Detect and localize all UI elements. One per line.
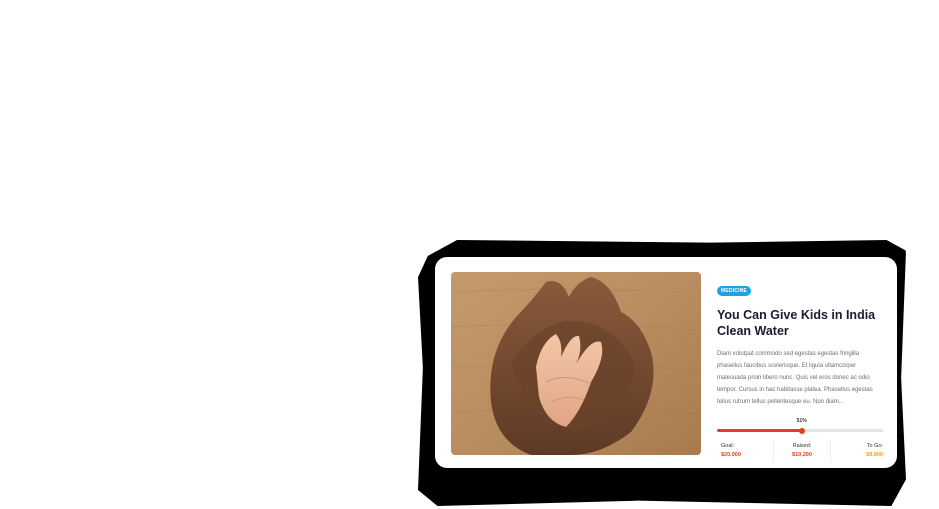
progress-track [717, 427, 883, 434]
progress-fill [717, 429, 802, 432]
to-go-label: To Go: [866, 443, 883, 449]
goal-value: $20,000 [721, 452, 741, 458]
cupped-hands-photo [451, 272, 701, 455]
stat-raised: Raised: $10,200 [773, 440, 830, 462]
raised-label: Raised: [792, 443, 812, 449]
stat-goal: Goal: $20,000 [717, 440, 773, 462]
campaign-stats: Goal: $20,000 Raised: $10,200 To Go: $9,… [717, 440, 883, 462]
category-badge[interactable]: MEDICINE [717, 286, 752, 296]
progress-knob [798, 427, 805, 434]
to-go-value: $9,800 [866, 452, 883, 458]
stat-to-go: To Go: $9,800 [830, 440, 883, 462]
campaign-card[interactable]: MEDICINE You Can Give Kids in India Clea… [435, 257, 897, 468]
raised-value: $10,200 [792, 452, 812, 458]
campaign-content: MEDICINE You Can Give Kids in India Clea… [717, 279, 883, 462]
page-stage: MEDICINE You Can Give Kids in India Clea… [0, 0, 939, 509]
goal-label: Goal: [721, 443, 735, 449]
campaign-title[interactable]: You Can Give Kids in India Clean Water [717, 307, 883, 339]
progress-bar: 51% [717, 418, 883, 436]
progress-percent-label: 51% [796, 418, 807, 424]
campaign-description: Diam volutpat commodo sed egestas egesta… [717, 351, 873, 405]
